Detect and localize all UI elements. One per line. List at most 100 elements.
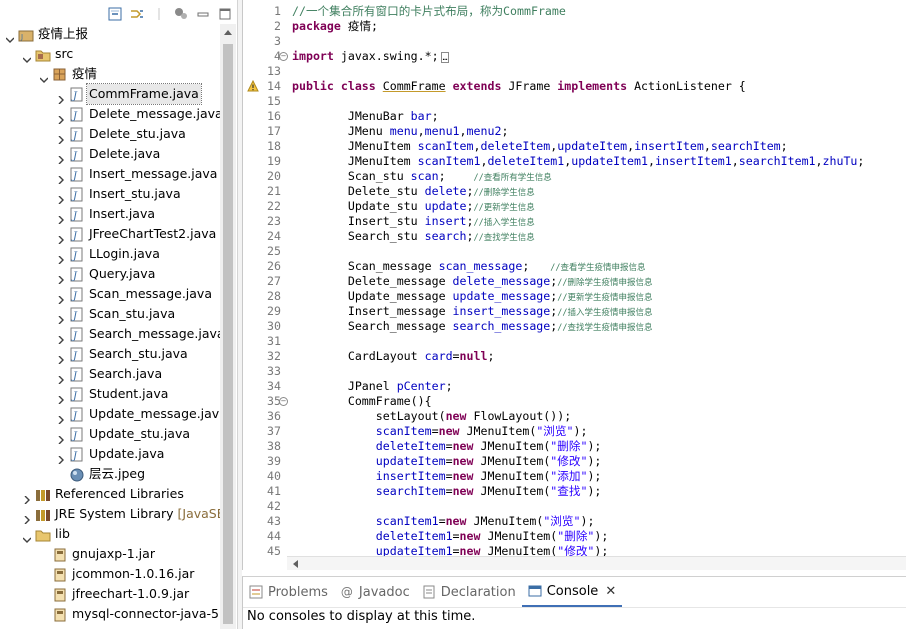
- chevron-right-icon[interactable]: [57, 90, 65, 105]
- image-file-icon: [69, 467, 85, 482]
- tree-java-file[interactable]: J Query.java: [0, 264, 220, 285]
- chevron-right-icon[interactable]: [23, 490, 31, 505]
- chevron-right-icon[interactable]: [57, 170, 65, 185]
- chevron-right-icon[interactable]: [57, 210, 65, 225]
- tab-javadoc[interactable]: @ Javadoc: [334, 577, 416, 607]
- chevron-right-icon[interactable]: [57, 350, 65, 365]
- code-token: Scan_stu: [292, 169, 411, 183]
- chevron-right-icon[interactable]: [57, 150, 65, 165]
- tab-console[interactable]: Console ✕: [521, 577, 623, 607]
- chevron-right-icon[interactable]: [57, 390, 65, 405]
- code-token: "修改": [557, 544, 595, 556]
- chevron-right-icon[interactable]: [57, 410, 65, 425]
- minimize-icon[interactable]: [195, 6, 211, 22]
- line-number: 31: [267, 334, 281, 348]
- chevron-down-icon[interactable]: [22, 530, 32, 543]
- tree-java-file[interactable]: J Insert.java: [0, 204, 220, 225]
- java-file-icon: J: [69, 447, 85, 462]
- chevron-right-icon[interactable]: [57, 130, 65, 145]
- tree-jar-file[interactable]: jcommon-1.0.16.jar: [0, 564, 220, 584]
- chevron-right-icon[interactable]: [23, 510, 31, 525]
- code-token: =: [445, 454, 453, 468]
- chevron-right-icon[interactable]: [57, 310, 65, 325]
- scrollbar-thumb[interactable]: [223, 44, 233, 624]
- code-token: scanItem: [375, 424, 432, 438]
- tree-referenced-libraries[interactable]: Referenced Libraries: [0, 484, 220, 505]
- tree-java-file[interactable]: J Update_stu.java: [0, 424, 220, 445]
- tree-java-file[interactable]: J Search.java: [0, 364, 220, 385]
- tree-item-label: Search.java: [89, 366, 163, 381]
- tree-jar-file[interactable]: jfreechart-1.0.9.jar: [0, 584, 220, 604]
- line-number: 43: [267, 514, 281, 528]
- tree-src-folder[interactable]: src: [0, 44, 220, 64]
- code-token: );: [580, 514, 595, 528]
- tree-java-file[interactable]: J Update_message.java: [0, 404, 227, 425]
- tree-project[interactable]: J 疫情上报: [0, 24, 220, 44]
- tree-jar-file[interactable]: mysql-connector-java-5.1.: [0, 604, 235, 624]
- code-token: ;: [857, 154, 865, 168]
- collapse-all-icon[interactable]: [107, 6, 123, 22]
- tree-lib-folder[interactable]: lib: [0, 524, 220, 544]
- link-with-editor-icon[interactable]: [129, 6, 145, 22]
- tree-jar-file[interactable]: gnujaxp-1.jar: [0, 544, 220, 564]
- code-token: Delete_message: [292, 274, 453, 288]
- scroll-left-arrow-icon[interactable]: [293, 560, 298, 568]
- chevron-down-icon[interactable]: [39, 70, 49, 83]
- chevron-right-icon[interactable]: [57, 190, 65, 205]
- tree-java-file[interactable]: J Update.java: [0, 444, 220, 465]
- chevron-right-icon[interactable]: [57, 250, 65, 265]
- tree-java-file[interactable]: J Delete_stu.java: [0, 124, 220, 145]
- tab-declaration[interactable]: Declaration: [416, 577, 522, 607]
- tree-java-file[interactable]: J Delete_message.java: [0, 104, 223, 125]
- code-token: );: [573, 424, 588, 438]
- tree-java-file[interactable]: J Student.java: [0, 384, 220, 405]
- code-token: JMenuItem(: [473, 454, 551, 468]
- tab-problems[interactable]: Problems: [243, 577, 334, 607]
- code-area[interactable]: //一个集合所有窗口的卡片式布局，称为CommFrame package 疫情; i…: [292, 0, 906, 556]
- code-token: ActionListener {: [627, 79, 746, 93]
- java-file-icon: J: [69, 347, 85, 362]
- tree-image-file[interactable]: 层云.jpeg: [0, 464, 220, 484]
- chevron-right-icon[interactable]: [57, 110, 65, 125]
- code-token: =: [452, 544, 460, 556]
- tree-java-file[interactable]: J Search_message.java: [0, 324, 225, 345]
- code-token: updateItem1: [571, 154, 648, 168]
- warning-icon[interactable]: [247, 79, 259, 92]
- fold-toggle-icon[interactable]: [279, 397, 288, 406]
- chevron-right-icon[interactable]: [57, 370, 65, 385]
- fold-toggle-icon[interactable]: [279, 52, 288, 61]
- code-token: ,: [459, 124, 467, 138]
- chevron-right-icon[interactable]: [57, 450, 65, 465]
- chevron-down-icon[interactable]: [5, 30, 15, 43]
- tree-package[interactable]: 疫情: [0, 64, 220, 84]
- code-token: scanItem1: [375, 514, 439, 528]
- chevron-down-icon[interactable]: [22, 50, 32, 63]
- chevron-right-icon[interactable]: [57, 230, 65, 245]
- chevron-right-icon[interactable]: [57, 290, 65, 305]
- tree-java-file[interactable]: J Scan_message.java: [0, 284, 220, 305]
- chevron-right-icon[interactable]: [57, 270, 65, 285]
- tree-java-file[interactable]: J Search_stu.java: [0, 344, 220, 365]
- explorer-scrollbar[interactable]: [220, 24, 236, 629]
- code-token: menu2: [466, 124, 502, 138]
- tree-jre-library[interactable]: JRE System Library [JavaSE-1: [0, 504, 237, 525]
- maximize-icon[interactable]: [217, 6, 233, 22]
- chevron-right-icon[interactable]: [57, 330, 65, 345]
- tree-java-file[interactable]: J LLogin.java: [0, 244, 220, 265]
- chevron-right-icon[interactable]: [57, 430, 65, 445]
- code-token: CommFrame: [382, 79, 446, 93]
- code-token: pCenter: [396, 379, 446, 393]
- scroll-up-arrow-icon[interactable]: [224, 30, 232, 35]
- editor-horizontal-scrollbar[interactable]: [287, 556, 906, 570]
- view-menu-icon[interactable]: [173, 6, 189, 22]
- tree-java-file[interactable]: J Scan_stu.java: [0, 304, 220, 325]
- code-editor[interactable]: 1 2 3 4 13 14 15 16 17 18 19 20 21 22 23 24 25 26 27 28 29 30…: [242, 0, 906, 570]
- tree-java-file[interactable]: J Insert_message.java: [0, 164, 220, 185]
- line-number: 37: [267, 424, 281, 438]
- tree-java-file[interactable]: J Delete.java: [0, 144, 220, 165]
- code-line: CommFrame(){: [292, 394, 432, 409]
- tree-java-file[interactable]: J CommFrame.java: [0, 83, 220, 105]
- tree-java-file[interactable]: J Insert_stu.java: [0, 184, 220, 205]
- close-icon[interactable]: ✕: [605, 584, 616, 599]
- tree-java-file[interactable]: J JFreeChartTest2.java: [0, 224, 220, 245]
